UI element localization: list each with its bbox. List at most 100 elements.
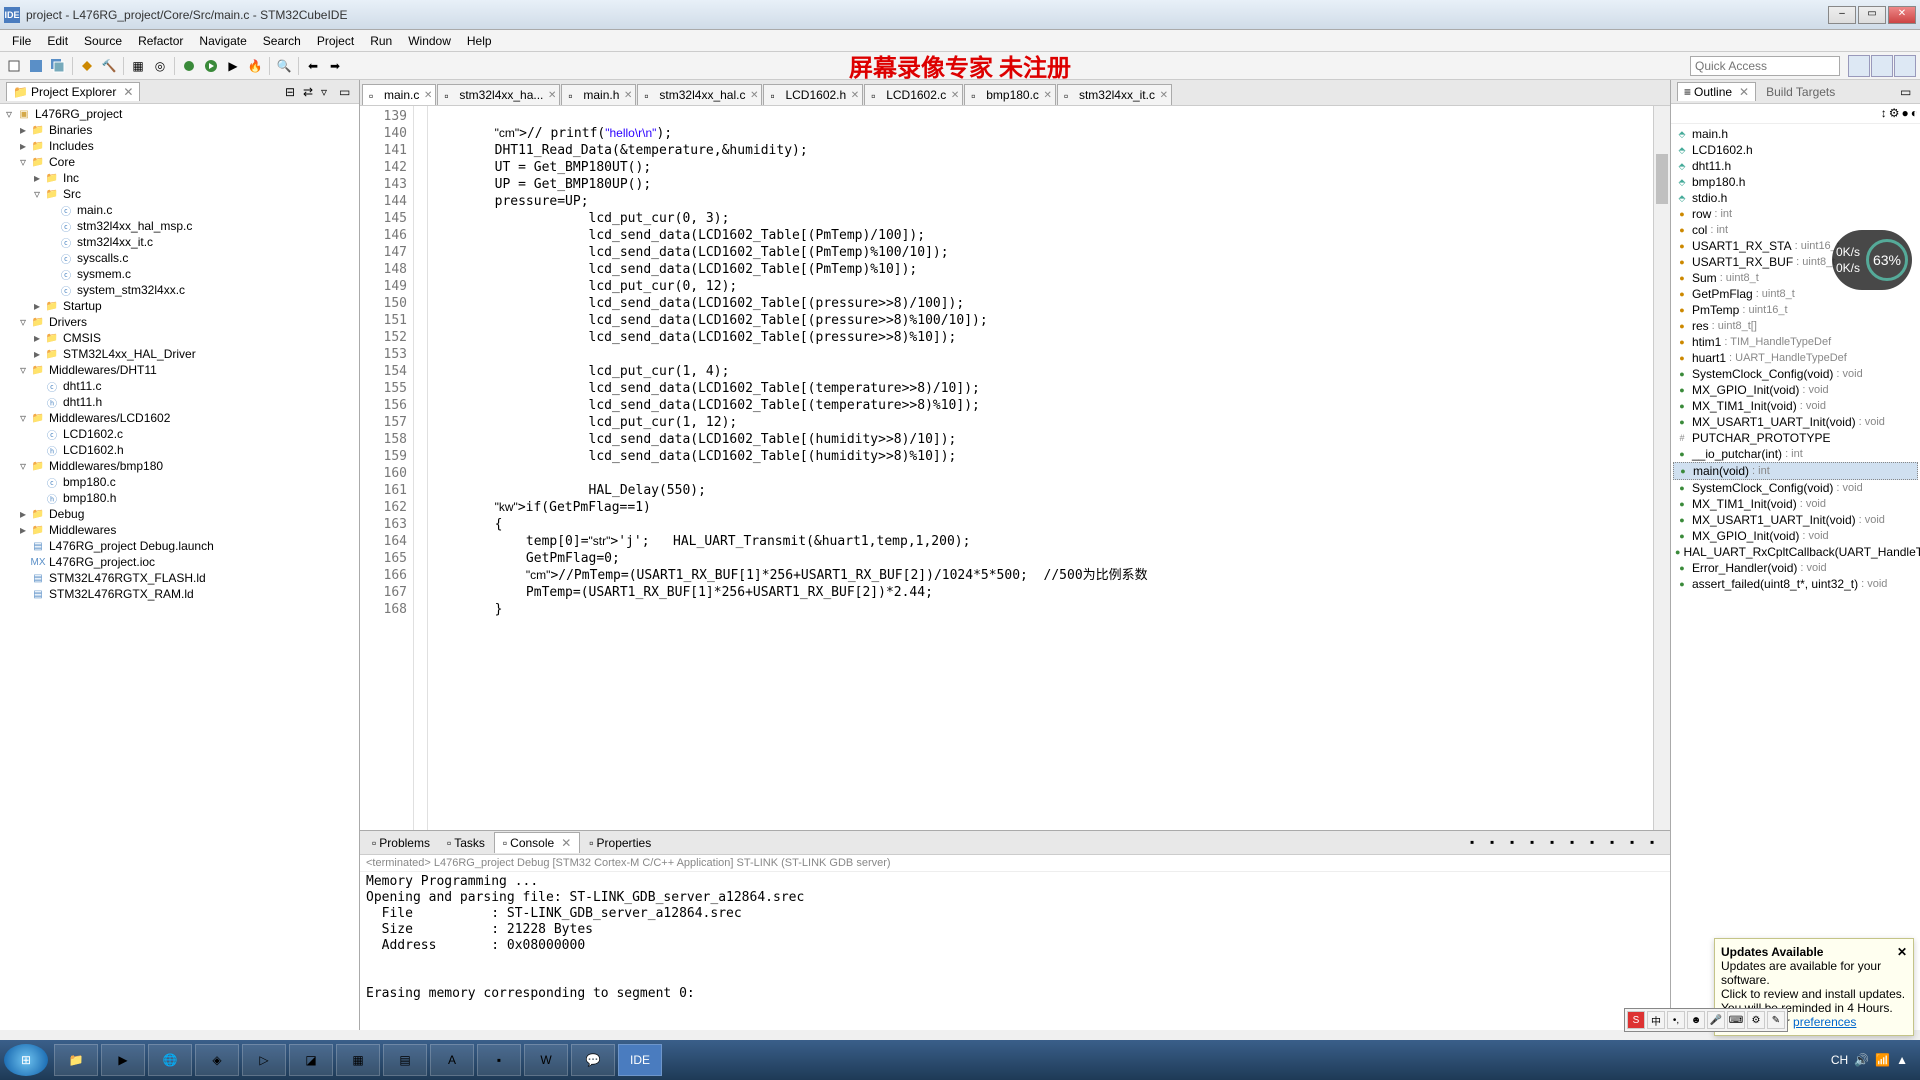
ime-cn-icon[interactable]: 中 bbox=[1647, 1011, 1665, 1029]
tree-node[interactable]: ▤STM32L476RGTX_FLASH.ld bbox=[2, 570, 357, 586]
ime-settings-icon[interactable]: ⚙ bbox=[1747, 1011, 1765, 1029]
perspective-cpp[interactable] bbox=[1848, 55, 1870, 77]
build-targets-tab[interactable]: Build Targets bbox=[1760, 83, 1841, 101]
tray-overflow[interactable]: ▲ bbox=[1896, 1053, 1908, 1067]
run-icon[interactable] bbox=[201, 56, 221, 76]
outline-item[interactable]: ⬘dht11.h bbox=[1673, 158, 1918, 174]
tree-toggle-icon[interactable]: ▸ bbox=[16, 507, 30, 521]
outline-item[interactable]: ●MX_TIM1_Init(void) : void bbox=[1673, 496, 1918, 512]
outline-item[interactable]: ⬘main.h bbox=[1673, 126, 1918, 142]
outline-item[interactable]: ●huart1 : UART_HandleTypeDef bbox=[1673, 350, 1918, 366]
quick-access-input[interactable] bbox=[1690, 56, 1840, 76]
tree-node[interactable]: ▿📁Middlewares/bmp180 bbox=[2, 458, 357, 474]
ime-logo-icon[interactable]: S bbox=[1627, 1011, 1645, 1029]
maximize-button[interactable]: ▭ bbox=[1858, 6, 1886, 24]
editor-tab[interactable]: ▫LCD1602.c✕ bbox=[864, 84, 963, 105]
close-tab-icon[interactable]: ✕ bbox=[1044, 90, 1052, 101]
tree-toggle-icon[interactable]: ▿ bbox=[2, 107, 16, 121]
scroll-lock-icon[interactable]: ▪ bbox=[1550, 835, 1566, 851]
tree-node[interactable]: ⓗdht11.h bbox=[2, 394, 357, 410]
back-icon[interactable]: ⬅ bbox=[303, 56, 323, 76]
tree-node[interactable]: ▿▣L476RG_project bbox=[2, 106, 357, 122]
taskbar-app5[interactable]: ▤ bbox=[383, 1044, 427, 1076]
menu-help[interactable]: Help bbox=[459, 32, 500, 50]
taskbar-media[interactable]: ▶ bbox=[101, 1044, 145, 1076]
menu-refactor[interactable]: Refactor bbox=[130, 32, 191, 50]
tree-toggle-icon[interactable]: ▸ bbox=[30, 331, 44, 345]
tree-node[interactable]: ▸📁Inc bbox=[2, 170, 357, 186]
start-button[interactable]: ⊞ bbox=[4, 1044, 48, 1076]
close-tab-icon[interactable]: ✕ bbox=[624, 90, 632, 101]
outline-item[interactable]: ●assert_failed(uint8_t*, uint32_t) : voi… bbox=[1673, 576, 1918, 592]
debug-icon[interactable] bbox=[179, 56, 199, 76]
code-area[interactable]: "cm">// printf("hello\r\n"); DHT11_Read_… bbox=[428, 106, 1653, 830]
outline-item[interactable]: ⬘bmp180.h bbox=[1673, 174, 1918, 190]
outline-item[interactable]: ●main(void) : int bbox=[1673, 462, 1918, 480]
bottom-tab-tasks[interactable]: ▫Tasks bbox=[439, 833, 493, 853]
editor-tab[interactable]: ▫bmp180.c✕ bbox=[964, 84, 1056, 105]
tree-toggle-icon[interactable]: ▸ bbox=[30, 347, 44, 361]
outline-item[interactable]: ●row : int bbox=[1673, 206, 1918, 222]
editor-vscrollbar[interactable] bbox=[1653, 106, 1670, 830]
outline-item[interactable]: ●MX_TIM1_Init(void) : void bbox=[1673, 398, 1918, 414]
tree-toggle-icon[interactable]: ▿ bbox=[16, 315, 30, 329]
chip-icon[interactable]: ▦ bbox=[128, 56, 148, 76]
tree-toggle-icon[interactable]: ▿ bbox=[16, 411, 30, 425]
menu-run[interactable]: Run bbox=[362, 32, 400, 50]
menu-project[interactable]: Project bbox=[309, 32, 362, 50]
new-icon[interactable] bbox=[4, 56, 24, 76]
close-tab-icon[interactable]: ✕ bbox=[1160, 90, 1168, 101]
tree-toggle-icon[interactable]: ▸ bbox=[16, 123, 30, 137]
close-button[interactable]: ✕ bbox=[1888, 6, 1916, 24]
editor-tab[interactable]: ▫stm32l4xx_ha...✕ bbox=[437, 84, 560, 105]
taskbar-explorer[interactable]: 📁 bbox=[54, 1044, 98, 1076]
outline-item[interactable]: ●PmTemp : uint16_t bbox=[1673, 302, 1918, 318]
coverage-icon[interactable]: ▶ bbox=[223, 56, 243, 76]
tray-network-icon[interactable]: 📶 bbox=[1875, 1053, 1890, 1067]
taskbar-app2[interactable]: ▷ bbox=[242, 1044, 286, 1076]
tree-toggle-icon[interactable]: ▿ bbox=[30, 187, 44, 201]
outline-item[interactable]: ●htim1 : TIM_HandleTypeDef bbox=[1673, 334, 1918, 350]
tree-node[interactable]: MXL476RG_project.ioc bbox=[2, 554, 357, 570]
taskbar-ide[interactable]: IDE bbox=[618, 1044, 662, 1076]
outline-item[interactable]: ⬘LCD1602.h bbox=[1673, 142, 1918, 158]
tree-toggle-icon[interactable]: ▿ bbox=[16, 363, 30, 377]
clear-console-icon[interactable]: ▪ bbox=[1530, 835, 1546, 851]
perspective-debug[interactable] bbox=[1871, 55, 1893, 77]
taskbar-word[interactable]: W bbox=[524, 1044, 568, 1076]
close-tab-icon[interactable]: ✕ bbox=[424, 90, 432, 101]
editor-tab[interactable]: ▫stm32l4xx_it.c✕ bbox=[1057, 84, 1172, 105]
menu-source[interactable]: Source bbox=[76, 32, 130, 50]
system-tray[interactable]: CH 🔊 📶 ▲ bbox=[1831, 1053, 1916, 1067]
console-output[interactable]: Memory Programming ... Opening and parsi… bbox=[360, 872, 1670, 1030]
ime-emoji-icon[interactable]: ☻ bbox=[1687, 1011, 1705, 1029]
hammer-icon[interactable]: 🔨 bbox=[99, 56, 119, 76]
menu-file[interactable]: File bbox=[4, 32, 39, 50]
hide-fields-icon[interactable]: ● bbox=[1902, 106, 1909, 121]
tree-node[interactable]: ⓒsystem_stm32l4xx.c bbox=[2, 282, 357, 298]
close-tab-icon[interactable]: ✕ bbox=[750, 90, 758, 101]
open-console-icon[interactable]: ▪ bbox=[1610, 835, 1626, 851]
outline-item[interactable]: ●MX_GPIO_Init(void) : void bbox=[1673, 382, 1918, 398]
tree-toggle-icon[interactable]: ▸ bbox=[30, 299, 44, 313]
outline-item[interactable]: ●SystemClock_Config(void) : void bbox=[1673, 480, 1918, 496]
windows-taskbar[interactable]: ⊞ 📁 ▶ 🌐 ◈ ▷ ◪ ▦ ▤ A ▪ W 💬 IDE CH 🔊 📶 ▲ bbox=[0, 1040, 1920, 1080]
close-icon[interactable]: ✕ bbox=[1739, 85, 1749, 99]
tree-node[interactable]: ▿📁Drivers bbox=[2, 314, 357, 330]
terminate-icon[interactable]: ▪ bbox=[1470, 835, 1486, 851]
tree-node[interactable]: ▸📁Binaries bbox=[2, 122, 357, 138]
minimize-button[interactable]: – bbox=[1828, 6, 1856, 24]
link-editor-icon[interactable]: ⇄ bbox=[303, 85, 317, 99]
filter-icon[interactable]: ⚙ bbox=[1889, 106, 1900, 121]
taskbar-chrome[interactable]: 🌐 bbox=[148, 1044, 192, 1076]
menu-search[interactable]: Search bbox=[255, 32, 309, 50]
menu-edit[interactable]: Edit bbox=[39, 32, 76, 50]
tree-node[interactable]: ⓗbmp180.h bbox=[2, 490, 357, 506]
minimize-view-icon[interactable]: ▭ bbox=[339, 85, 353, 99]
tree-node[interactable]: ▿📁Middlewares/LCD1602 bbox=[2, 410, 357, 426]
tree-toggle-icon[interactable]: ▸ bbox=[16, 139, 30, 153]
outline-tab[interactable]: ≡ Outline ✕ bbox=[1677, 82, 1756, 101]
view-menu-icon[interactable]: ▿ bbox=[321, 85, 335, 99]
close-tab-icon[interactable]: ✕ bbox=[951, 90, 959, 101]
tree-toggle-icon[interactable]: ▸ bbox=[30, 171, 44, 185]
